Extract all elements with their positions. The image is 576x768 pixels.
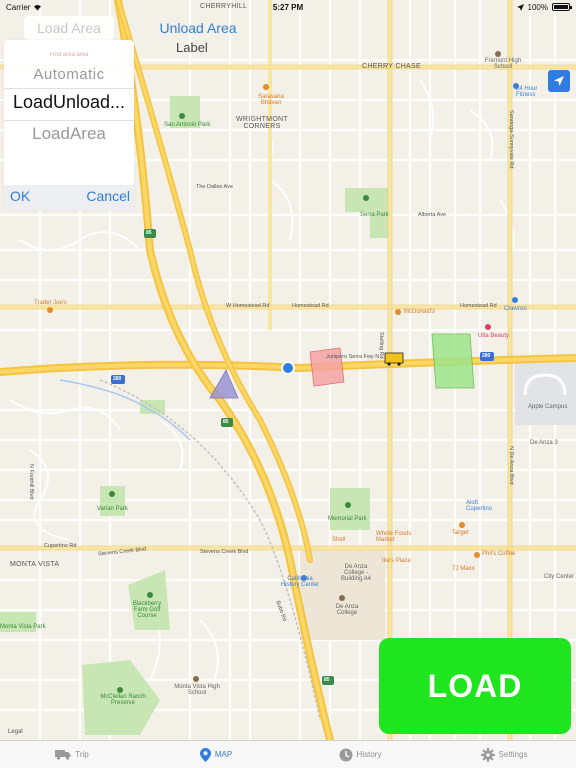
map-label-san-antonio: San Antonio Park [164,122,211,128]
picker-ok-button[interactable]: OK [10,188,30,204]
picker-selection-bottom-line [4,120,134,121]
picker-selection-top-line [4,88,134,89]
map-label-monta-vista-hs: Monta Vista High School [174,684,220,696]
map-pin-icon [199,747,211,762]
picker-cancel-button[interactable]: Cancel [86,188,130,204]
map-label-junipero: Junipero Serra Fwy N [326,354,380,360]
map-label-trader: Trader Joe's [34,300,67,306]
load-button[interactable]: LOAD [379,638,571,734]
picker-toolbar: OK Cancel [4,185,134,210]
hwy-85-shield: 85 [146,230,152,236]
unload-area-button[interactable]: Unload Area [152,18,244,38]
map-label-memorial: Memorial Park [328,516,367,522]
map-label-homestead-e2: Homestead Rd [460,303,497,309]
map-label-serra-park: Serra Park [360,212,389,218]
tab-map[interactable]: MAP [144,741,288,768]
map-label-dalles: The Dalles Ave [196,184,233,190]
hwy-280-shield: 280 [113,376,122,382]
map-label-shell: Shell [332,537,346,543]
map-label-blackberry: Blackberry Farm Golf Course [132,601,162,619]
status-bar: Carrier 5:27 PM 100% [0,0,576,14]
tab-trip-label: Trip [75,750,89,759]
map-label-varian: Varian Park [97,506,128,512]
carrier-label: Carrier [6,2,31,12]
battery-icon [552,3,572,11]
picker-item-loadarea[interactable]: LoadArea [4,124,134,144]
load-area-button[interactable]: Load Area [24,16,114,40]
tab-bar: Trip MAP History Settings [0,740,576,768]
map-label-cherry-chase: CHERRY CHASE [362,63,421,70]
map-label-target: Target [452,530,469,536]
tab-settings[interactable]: Settings [432,741,576,768]
map-label-aloft: Aloft Cupertino [466,500,493,512]
picker-item-selected[interactable]: LoadUnload... [4,92,134,113]
clock-icon [339,748,353,761]
hwy-85-shield: 85 [324,677,330,683]
tab-history-label: History [356,750,382,759]
map-label-history-center: California History Center [280,576,320,588]
legal-link[interactable]: Legal [8,729,23,735]
picker-item-faint[interactable]: Find area area [4,52,134,58]
map-label-saratoga: Saratoga-Sunnyvale Rd [508,110,514,169]
map-label-stevens-creek-e: Stevens Creek Blvd [200,549,249,555]
map-label-foothill: N Foothill Blvd [28,464,34,500]
map-label-whole-foods: Whole Foods Market [376,531,412,543]
map-label-alberta: Alberta Ave [418,212,447,218]
map-label-ikes: Ike's Place [382,558,411,564]
map-label-wrightmont: WRIGHTMONT CORNERS [236,116,288,130]
map-label-apple: Apple Campus [528,404,568,410]
location-arrow-icon [554,76,564,86]
map-label-monta-vista: MONTA VISTA [10,561,60,568]
map-label-mcclellan: McClellan Ranch Preserve [100,694,146,706]
map-label-phils: Phil's Coffee [482,551,516,557]
tab-map-label: MAP [214,750,233,759]
map-label-ulta: Ulta Beauty [478,333,510,339]
locate-me-button[interactable] [548,70,570,92]
gear-icon [480,747,495,762]
map-label-city-center: City Center [544,574,575,580]
map-label-homestead-e: Homestead Rd [292,303,329,309]
picker-item-automatic[interactable]: Automatic [4,66,134,83]
map-label-chevron: Chevron [504,306,527,312]
map-label-monta-vista-park: Monta Vista Park [0,624,46,630]
area-type-picker[interactable]: Find area area Automatic LoadUnload... L… [4,40,134,210]
map-label-saravana: Saravana Bhavan [258,94,284,106]
tab-history[interactable]: History [288,741,432,768]
status-time: 5:27 PM [272,2,304,12]
map-label-fremont: Fremont High School [484,58,522,70]
tab-settings-label: Settings [498,750,528,759]
battery-percent: 100% [527,2,548,12]
hwy-280-shield: 280 [482,353,491,359]
location-services-icon [516,3,524,11]
map-label-stelling: Stelling Rd [378,332,384,359]
map-label-de-anza-a4: De Anza College - Building A4 [340,564,372,582]
map-label-homestead: W Homestead Rd [226,303,270,309]
label-title: Label [176,40,208,55]
map-label-tj-maxx: TJ Maxx [452,566,475,572]
hwy-85-shield: 85 [223,419,229,425]
truck-icon [55,750,71,760]
map-label-mcdonalds: McDonald's [404,309,436,315]
wifi-icon [34,4,42,10]
map-label-de-anza-3: De Anza 3 [530,440,558,446]
tab-trip[interactable]: Trip [0,741,144,768]
map-label-de-anza-college: De Anza College [335,604,359,616]
map-label-cupertino-rd: Cupertino Rd [44,543,77,549]
map-label-fitness: 24 Hour Fitness [516,86,538,98]
map-label-de-anza-blvd: N De Anza Blvd [508,446,514,485]
